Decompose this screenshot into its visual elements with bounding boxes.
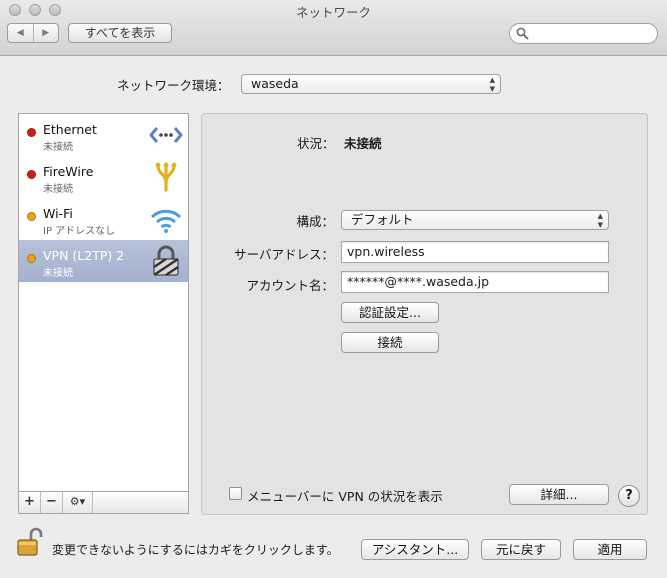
popup-arrows-icon: ▲ ▼ <box>597 212 603 229</box>
configuration-popup[interactable]: デフォルト ▲ ▼ <box>341 210 609 230</box>
popup-arrows-icon: ▲ ▼ <box>489 76 495 93</box>
status-dot-red <box>27 170 36 179</box>
vpn-lock-icon <box>153 245 179 277</box>
service-name: FireWire <box>43 164 94 179</box>
status-label: 状況： <box>297 136 335 151</box>
status-dot-red <box>27 128 36 137</box>
configuration-value: デフォルト <box>351 212 414 227</box>
title-bar: ネットワーク ◀ ▶ すべてを表示 <box>0 0 667 56</box>
ethernet-icon <box>149 127 183 143</box>
service-status: 未接続 <box>43 142 73 153</box>
location-label: ネットワーク環境： <box>117 78 230 93</box>
location-popup[interactable]: waseda ▲ ▼ <box>241 74 501 94</box>
vpn-detail-panel: 状況： 未接続 構成： デフォルト ▲ ▼ サーバアドレス： vpn.wirele… <box>201 113 648 515</box>
service-list: Ethernet 未接続 FireWire 未接続 Wi-Fi IP アドレスな… <box>18 113 189 492</box>
advanced-button[interactable]: 詳細... <box>509 484 609 505</box>
server-address-label: サーバアドレス： <box>234 247 334 262</box>
gear-icon[interactable]: ⚙▾ <box>63 492 93 513</box>
server-address-field[interactable]: vpn.wireless <box>341 241 609 263</box>
revert-button[interactable]: 元に戻す <box>481 539 561 560</box>
service-status: 未接続 <box>43 184 73 195</box>
firewire-icon <box>155 162 177 192</box>
service-name: Wi-Fi <box>43 206 73 221</box>
service-item-firewire[interactable]: FireWire 未接続 <box>19 156 188 198</box>
account-name-label: アカウント名： <box>246 278 334 293</box>
search-icon <box>516 27 529 40</box>
wifi-icon <box>150 209 182 233</box>
window-title: ネットワーク <box>295 5 371 20</box>
account-name-field[interactable]: ******@****.waseda.jp <box>341 271 609 293</box>
location-value: waseda <box>251 76 299 91</box>
back-button[interactable]: ◀ <box>8 24 33 42</box>
show-vpn-status-label: メニューバーに VPN の状況を表示 <box>247 489 443 504</box>
authentication-settings-button[interactable]: 認証設定... <box>341 302 439 323</box>
show-vpn-status-checkbox[interactable] <box>229 487 242 500</box>
connect-button[interactable]: 接続 <box>341 332 439 353</box>
status-dot-yellow <box>27 212 36 221</box>
add-service-button[interactable]: + <box>19 492 41 513</box>
service-list-toolbar: + − ⚙▾ <box>18 492 189 514</box>
unlocked-padlock-icon[interactable] <box>16 527 44 557</box>
lock-hint-text: 変更できないようにするにはカギをクリックします。 <box>52 543 339 557</box>
service-name: VPN (L2TP) 2 <box>43 248 125 263</box>
status-dot-yellow <box>27 254 36 263</box>
configuration-label: 構成： <box>296 214 334 229</box>
service-status: IP アドレスなし <box>43 226 116 237</box>
forward-button[interactable]: ▶ <box>32 24 59 42</box>
help-button[interactable]: ? <box>618 485 640 507</box>
service-item-vpn[interactable]: VPN (L2TP) 2 未接続 <box>19 240 188 282</box>
search-field[interactable] <box>509 23 658 44</box>
network-preferences-window: ネットワーク ◀ ▶ すべてを表示 ネットワーク環境： waseda ▲ ▼ Et… <box>0 0 667 578</box>
back-forward-control: ◀ ▶ <box>7 23 59 43</box>
service-item-wifi[interactable]: Wi-Fi IP アドレスなし <box>19 198 188 240</box>
remove-service-button[interactable]: − <box>41 492 63 513</box>
service-name: Ethernet <box>43 122 97 137</box>
apply-button[interactable]: 適用 <box>573 539 647 560</box>
show-all-button[interactable]: すべてを表示 <box>68 23 172 43</box>
service-status: 未接続 <box>43 268 73 279</box>
service-item-ethernet[interactable]: Ethernet 未接続 <box>19 114 188 156</box>
status-value: 未接続 <box>344 136 382 151</box>
assistant-button[interactable]: アシスタント... <box>361 539 469 560</box>
